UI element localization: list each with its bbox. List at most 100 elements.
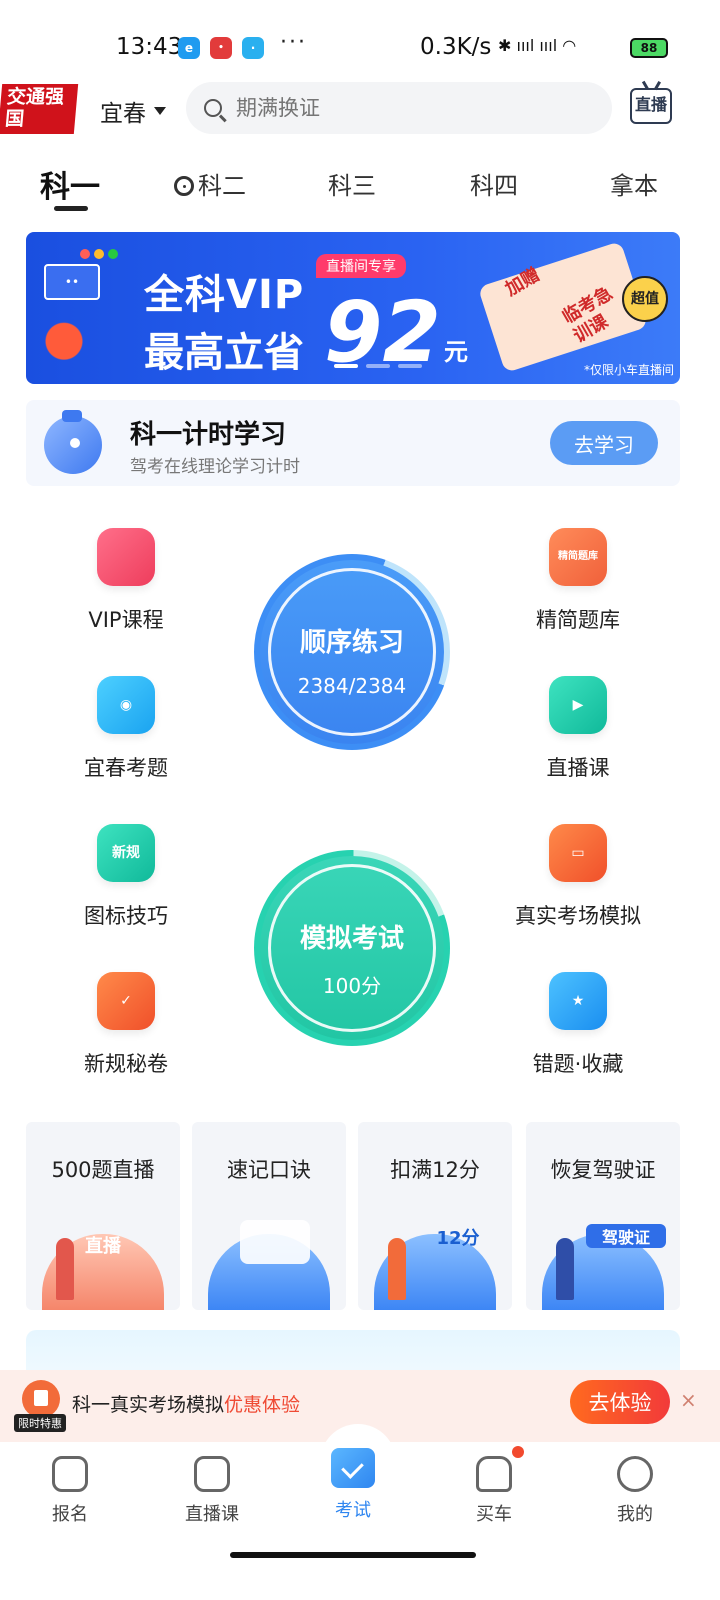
- person-figure: [556, 1238, 574, 1300]
- card-title: 扣满12分: [390, 1158, 480, 1182]
- city-label: 宜春: [100, 101, 146, 127]
- nav-label: 我的: [617, 1504, 653, 1525]
- search-input[interactable]: [236, 96, 576, 120]
- signal-wifi-icon: ✱ ıııl ıııl ◠: [498, 36, 577, 55]
- board-figure: [240, 1220, 310, 1264]
- video-camera-icon: ▶: [549, 676, 607, 734]
- nav-live[interactable]: 直播课: [162, 1456, 262, 1526]
- nav-label: 买车: [476, 1504, 512, 1525]
- timed-study-card[interactable]: 科一计时学习 驾考在线理论学习计时 去学习: [26, 400, 680, 486]
- feature-vip-course[interactable]: VIP课程: [26, 528, 226, 634]
- sequential-practice-button[interactable]: 顺序练习 2384/2384: [254, 554, 450, 750]
- feature-exam-simulation[interactable]: ▭ 真实考场模拟: [478, 824, 678, 930]
- card-500-live[interactable]: 500题直播 直播: [26, 1122, 180, 1310]
- nav-signup[interactable]: 报名: [20, 1456, 120, 1526]
- card-art-label: 驾驶证: [586, 1224, 666, 1248]
- news-app-icon: •: [210, 37, 232, 59]
- nav-label: 直播课: [185, 1504, 239, 1525]
- live-tv-button[interactable]: 直播: [630, 88, 672, 124]
- study-title: 科一计时学习: [130, 420, 287, 450]
- feature-local-questions[interactable]: ◉ 宜春考题: [26, 676, 226, 782]
- location-book-icon: ◉: [97, 676, 155, 734]
- steering-wheel-icon: [174, 176, 194, 196]
- car-icon: [476, 1456, 512, 1492]
- feature-label: 错题·收藏: [532, 1052, 624, 1076]
- stopwatch-icon: [44, 410, 102, 474]
- feature-sign-tips[interactable]: 新规 图标技巧: [26, 824, 226, 930]
- promo-highlight: 优惠体验: [224, 1394, 301, 1416]
- monitor-icon: ▭: [549, 824, 607, 882]
- exam-title: 模拟考试: [299, 924, 404, 954]
- card-title: 恢复驾驶证: [550, 1158, 656, 1182]
- search-bar[interactable]: [186, 82, 612, 134]
- exam-score: 100分: [322, 974, 382, 998]
- subject-tabs: 科一 科二 科三 科四 拿本: [0, 158, 720, 214]
- promo-main-text: 科一真实考场模拟: [72, 1394, 225, 1416]
- try-now-button[interactable]: 去体验: [570, 1380, 670, 1424]
- banner-title-2: 最高立省: [144, 330, 304, 376]
- feature-mistakes-favorites[interactable]: ★ 错题·收藏: [478, 972, 678, 1078]
- nav-exam[interactable]: 考试: [303, 1448, 403, 1522]
- brand-logo: 交通强国: [0, 84, 79, 134]
- banner-footnote: *仅限小车直播间: [583, 363, 674, 377]
- tab-subject-1[interactable]: 科一: [40, 162, 100, 206]
- go-study-button[interactable]: 去学习: [550, 421, 658, 465]
- card-12-points[interactable]: 扣满12分 12分: [358, 1122, 512, 1310]
- more-notifications-icon: ···: [280, 30, 307, 55]
- promo-text: 科一真实考场模拟优惠体验: [72, 1390, 300, 1417]
- feature-label: VIP课程: [88, 608, 164, 632]
- feature-live-class[interactable]: ▶ 直播课: [478, 676, 678, 782]
- study-subtitle: 驾考在线理论学习计时: [130, 457, 300, 477]
- tv-icon: [194, 1456, 230, 1492]
- limited-offer-tag: 限时特惠: [14, 1414, 66, 1432]
- value-badge: 超值: [622, 276, 668, 322]
- tab-subject-2-label: 科二: [198, 172, 246, 200]
- 3d-sign-icon: 新规: [97, 824, 155, 882]
- active-tab-indicator: [54, 206, 88, 211]
- nav-profile[interactable]: 我的: [585, 1456, 685, 1526]
- banner-pager: [334, 353, 430, 372]
- practice-title: 顺序练习: [299, 628, 404, 658]
- network-speed: 0.3K/s: [420, 34, 492, 60]
- card-art-label: 直播: [85, 1236, 121, 1257]
- question-bank-icon: 精简题库: [549, 528, 607, 586]
- window-dots: [80, 244, 122, 263]
- banner-unit: 元: [444, 338, 468, 366]
- city-selector[interactable]: 宜春: [100, 94, 166, 128]
- chat-app-icon: ·: [242, 37, 264, 59]
- tab-subject-2[interactable]: 科二: [174, 166, 246, 201]
- card-restore-license[interactable]: 恢复驾驶证 驾驶证: [526, 1122, 680, 1310]
- tab-subject-3[interactable]: 科三: [328, 166, 376, 201]
- home-indicator: [230, 1552, 476, 1558]
- smile-icon: [617, 1456, 653, 1492]
- nav-buy-car[interactable]: 买车: [444, 1456, 544, 1526]
- tab-license[interactable]: 拿本: [610, 166, 658, 201]
- mock-exam-button[interactable]: 模拟考试 100分: [254, 850, 450, 1046]
- notification-dot: [512, 1446, 524, 1458]
- person-figure: [388, 1238, 406, 1300]
- browser-app-icon: e: [178, 37, 200, 59]
- practice-progress: 2384/2384: [297, 674, 407, 698]
- card-art-label: 12分: [436, 1228, 480, 1249]
- promo-banner[interactable]: •• 全科VIP 最高立省 直播间专享 92 元 加赠 临考急训课 超值 *仅限…: [26, 232, 680, 384]
- feature-label: 直播课: [546, 756, 610, 780]
- card-mnemonic[interactable]: 速记口诀: [192, 1122, 346, 1310]
- feature-label: 图标技巧: [84, 904, 168, 928]
- tab-subject-4[interactable]: 科四: [470, 166, 518, 201]
- bottom-nav: 报名 直播课 考试 买车 我的: [0, 1442, 720, 1600]
- close-icon[interactable]: ×: [680, 1388, 697, 1412]
- vip-icon: [97, 528, 155, 586]
- caret-down-icon: [154, 107, 166, 115]
- battery-icon: 88: [630, 38, 668, 58]
- megaphone-icon: [32, 306, 112, 370]
- person-figure: [56, 1238, 74, 1300]
- nav-label: 考试: [335, 1500, 371, 1521]
- search-icon: [204, 99, 222, 117]
- card-title: 速记口诀: [227, 1158, 311, 1182]
- feature-label: 精简题库: [536, 608, 620, 632]
- feature-new-rules[interactable]: ✓ 新规秘卷: [26, 972, 226, 1078]
- feature-question-bank[interactable]: 精简题库 精简题库: [478, 528, 678, 634]
- star-bookmark-icon: ★: [549, 972, 607, 1030]
- clipboard-check-icon: ✓: [97, 972, 155, 1030]
- feature-label: 新规秘卷: [84, 1052, 168, 1076]
